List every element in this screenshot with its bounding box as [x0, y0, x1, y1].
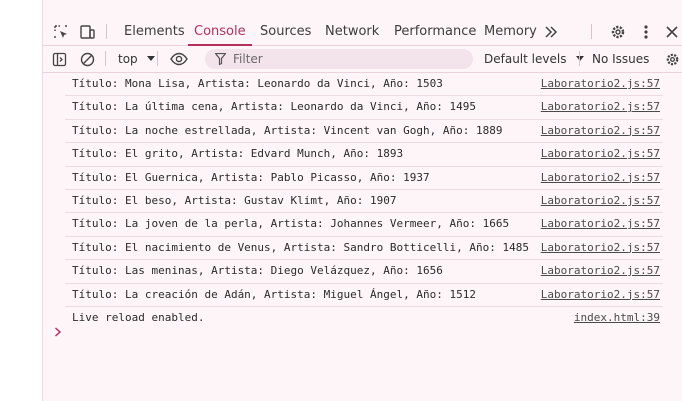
- source-link[interactable]: Laboratorio2.js:57: [541, 120, 660, 142]
- tab-performance[interactable]: Performance: [394, 18, 476, 45]
- dropdown-triangle-icon: [146, 56, 155, 61]
- console-message: Título: Las meninas, Artista: Diego Velá…: [65, 260, 663, 284]
- tab-elements[interactable]: Elements: [124, 18, 185, 45]
- console-message: Título: La creación de Adán, Artista: Mi…: [65, 284, 663, 307]
- console-messages: Título: Mona Lisa, Artista: Leonardo da …: [43, 73, 663, 329]
- source-link[interactable]: Laboratorio2.js:57: [541, 284, 660, 306]
- more-tabs-icon[interactable]: [539, 18, 563, 45]
- toolbar-divider: [105, 51, 106, 66]
- sidebar-toggle-icon[interactable]: [48, 46, 70, 72]
- console-message: Título: El Guernica, Artista: Pablo Pica…: [65, 167, 663, 190]
- devtools-panel: Elements Console Sources Network Perform…: [43, 0, 682, 401]
- page-viewport-edge: [0, 0, 43, 401]
- filter-input[interactable]: Filter: [205, 49, 473, 69]
- console-message: Título: La noche estrellada, Artista: Vi…: [65, 120, 663, 144]
- source-link[interactable]: index.html:39: [574, 307, 660, 329]
- console-message: Título: El nacimiento de Venus, Artista:…: [65, 237, 663, 261]
- message-text: Título: La creación de Adán, Artista: Mi…: [72, 287, 476, 301]
- console-settings-gear-icon[interactable]: [661, 46, 682, 72]
- issues-counter[interactable]: No Issues: [592, 46, 649, 72]
- tab-network[interactable]: Network: [325, 18, 379, 45]
- message-text: Título: La noche estrellada, Artista: Vi…: [72, 123, 503, 137]
- devtools-tab-bar: Elements Console Sources Network Perform…: [43, 18, 682, 46]
- toolbar-divider: [157, 51, 158, 66]
- context-selector[interactable]: top: [118, 46, 155, 72]
- tab-sources[interactable]: Sources: [260, 18, 311, 45]
- source-link[interactable]: Laboratorio2.js:57: [541, 190, 660, 212]
- console-message: Live reload enabled. index.html:39: [65, 307, 663, 329]
- toolbar-divider: [106, 24, 107, 39]
- close-devtools-icon[interactable]: [660, 18, 682, 45]
- console-message: Título: La última cena, Artista: Leonard…: [65, 96, 663, 120]
- message-text: Título: Mona Lisa, Artista: Leonardo da …: [72, 77, 443, 90]
- message-text: Título: La última cena, Artista: Leonard…: [72, 100, 476, 114]
- console-message: Título: El grito, Artista: Edvard Munch,…: [65, 143, 663, 167]
- source-link[interactable]: Laboratorio2.js:57: [541, 260, 660, 282]
- log-levels-dropdown[interactable]: Default levels: [484, 46, 585, 72]
- tab-console[interactable]: Console: [188, 18, 252, 46]
- live-expression-eye-icon[interactable]: [167, 46, 191, 72]
- source-link[interactable]: Laboratorio2.js:57: [541, 237, 660, 259]
- source-link[interactable]: Laboratorio2.js:57: [541, 96, 660, 118]
- settings-gear-icon[interactable]: [606, 18, 630, 45]
- console-message: Título: Mona Lisa, Artista: Leonardo da …: [65, 73, 663, 97]
- filter-placeholder: Filter: [233, 52, 263, 66]
- toolbar-divider: [591, 24, 592, 39]
- message-text: Título: El grito, Artista: Edvard Munch,…: [72, 147, 404, 161]
- device-toolbar-icon[interactable]: [75, 18, 99, 45]
- source-link[interactable]: Laboratorio2.js:57: [541, 167, 660, 189]
- dropdown-triangle-icon: [576, 56, 585, 61]
- message-text: Título: El Guernica, Artista: Pablo Pica…: [72, 170, 430, 184]
- source-link[interactable]: Laboratorio2.js:57: [541, 213, 660, 235]
- source-link[interactable]: Laboratorio2.js:57: [541, 73, 660, 95]
- message-text: Título: El beso, Artista: Gustav Klimt, …: [72, 193, 397, 207]
- filter-funnel-icon: [215, 53, 226, 65]
- kebab-menu-icon[interactable]: [634, 18, 658, 45]
- message-text: Título: El nacimiento de Venus, Artista:…: [72, 240, 529, 254]
- message-text: Título: Las meninas, Artista: Diego Velá…: [72, 264, 443, 278]
- inspect-element-icon[interactable]: [49, 18, 73, 45]
- message-text: Título: La joven de la perla, Artista: J…: [72, 217, 510, 231]
- tab-memory[interactable]: Memory: [484, 18, 537, 45]
- message-text: Live reload enabled.: [72, 310, 205, 324]
- toolbar-divider: [579, 51, 580, 66]
- source-link[interactable]: Laboratorio2.js:57: [541, 143, 660, 165]
- console-message: Título: La joven de la perla, Artista: J…: [65, 213, 663, 237]
- console-prompt-chevron-icon[interactable]: [54, 322, 68, 337]
- clear-console-icon[interactable]: [76, 46, 98, 72]
- console-toolbar: top Filter Default levels No Issues: [43, 46, 682, 73]
- console-message: Título: El beso, Artista: Gustav Klimt, …: [65, 190, 663, 214]
- context-label: top: [118, 52, 138, 66]
- log-levels-label: Default levels: [484, 52, 567, 66]
